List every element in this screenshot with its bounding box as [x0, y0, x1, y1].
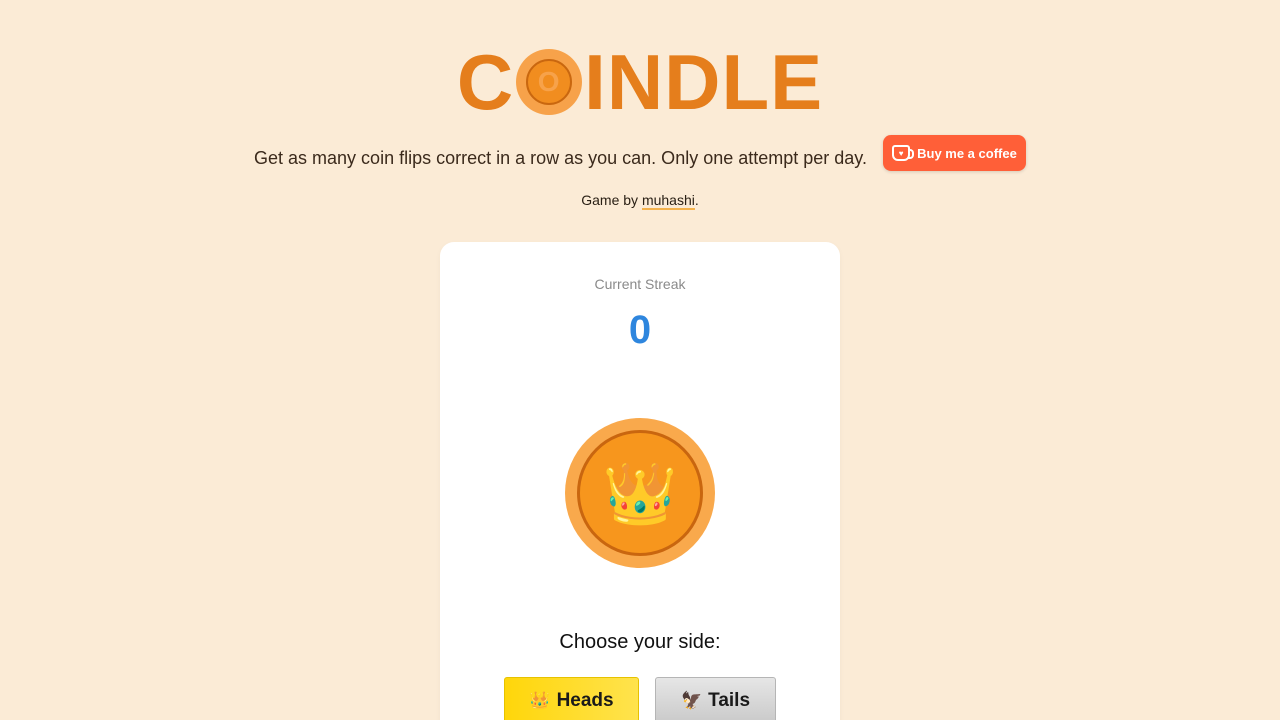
page: C O INDLE Get as many coin flips correct…: [0, 0, 1280, 720]
byline-prefix: Game by: [581, 192, 642, 208]
tagline: Get as many coin flips correct in a row …: [254, 147, 867, 168]
byline-suffix: .: [694, 192, 699, 208]
crown-icon: 👑: [602, 459, 678, 527]
crown-icon: 👑: [529, 691, 551, 710]
eagle-icon: 🦅: [680, 691, 703, 710]
game-logo: C O INDLE: [0, 40, 1280, 124]
logo-letter-c: C: [456, 38, 515, 126]
buy-me-a-coffee-button[interactable]: ♥ Buy me a coffee: [882, 135, 1026, 171]
coffee-cup-icon: ♥: [892, 145, 915, 161]
heads-label: Heads: [556, 690, 614, 711]
heads-button[interactable]: 👑 Heads: [504, 677, 639, 720]
logo-letters-indle: INDLE: [584, 38, 824, 126]
choose-side-prompt: Choose your side:: [559, 631, 721, 653]
byline: Game by muhashi.: [0, 192, 1280, 210]
author-link[interactable]: muhashi: [641, 192, 695, 210]
coin: 👑: [565, 418, 715, 568]
tails-button[interactable]: 🦅 Tails: [655, 677, 776, 720]
tails-label: Tails: [708, 690, 751, 711]
game-card: Current Streak 0 👑 Choose your side: 👑 H…: [440, 242, 840, 720]
logo-coin-letter: O: [526, 59, 573, 105]
streak-label: Current Streak: [594, 276, 686, 292]
coin-face: 👑: [577, 430, 703, 556]
side-buttons: 👑 Heads 🦅 Tails: [440, 677, 840, 720]
streak-value: 0: [628, 308, 652, 352]
tagline-row: Get as many coin flips correct in a row …: [0, 135, 1280, 171]
logo-coin-icon: O: [516, 49, 583, 115]
coffee-button-label: Buy me a coffee: [917, 145, 1017, 161]
